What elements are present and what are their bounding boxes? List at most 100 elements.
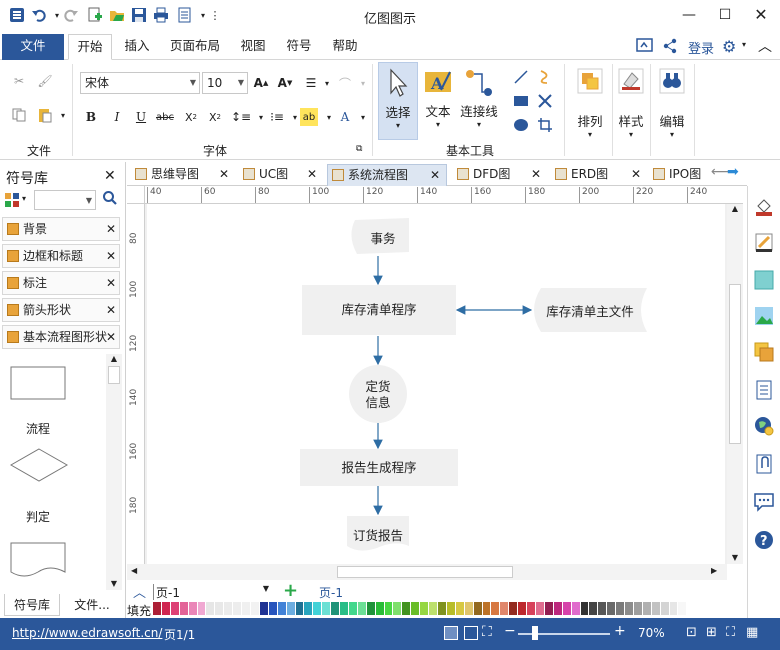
website-link[interactable]: http://www.edrawsoft.cn/ [12,626,162,640]
horizontal-scrollbar[interactable]: ◀ ▶ [127,564,727,580]
color-swatch[interactable] [188,602,198,615]
color-swatch[interactable] [544,602,554,615]
align-dropdown-icon[interactable]: ▾ [318,74,336,92]
color-swatch[interactable] [669,602,679,615]
color-swatch[interactable] [420,602,430,615]
style-button[interactable]: 样式 ▾ [612,66,650,146]
minimize-icon[interactable]: — [676,4,702,26]
line-tool-icon[interactable] [512,68,530,86]
color-swatch[interactable] [402,602,412,615]
font-color-icon[interactable]: A [336,108,354,126]
color-swatch[interactable] [527,602,536,615]
library-item-callouts[interactable]: 标注 ✕ [2,271,120,295]
arrange-dropdown-icon[interactable]: ▾ [570,130,610,139]
clear-dropdown-icon[interactable]: ▾ [354,74,372,92]
color-swatch[interactable] [642,602,652,615]
panel-scrollbar[interactable]: ▲ ▼ [106,354,122,590]
color-swatch[interactable] [607,602,617,615]
font-dialog-launcher-icon[interactable]: ⧉ [356,144,362,154]
library-item-arrow-shapes[interactable]: 箭头形状 ✕ [2,298,120,322]
color-swatch[interactable] [268,602,278,615]
color-swatch[interactable] [455,602,465,615]
tab-close-icon[interactable]: ✕ [531,164,541,184]
color-swatch[interactable] [304,602,314,615]
style-dropdown-icon[interactable]: ▾ [612,130,650,139]
ellipse-tool-icon[interactable] [512,116,530,134]
tab-symbol-library[interactable]: 符号库 [4,594,60,616]
tab-close-icon[interactable]: ✕ [219,164,229,184]
select-dropdown-icon[interactable]: ▾ [379,121,417,130]
subscript-icon[interactable]: X2 [182,108,200,126]
node-inventory-process[interactable]: 库存清单程序 [302,285,456,335]
tab-close-icon[interactable]: ✕ [307,164,317,184]
bullets-icon[interactable]: ⁝≡ [268,108,286,126]
doc-tab-ipo[interactable]: IPO图 [649,164,709,186]
color-swatch[interactable] [633,602,643,615]
attachment-icon[interactable] [754,454,774,474]
text-dropdown-icon[interactable]: ▾ [420,120,456,129]
color-swatch[interactable] [482,602,492,615]
document-shape[interactable] [10,542,66,582]
hyperlink-globe-icon[interactable] [754,416,774,436]
strikethrough-icon[interactable]: abc [156,108,174,126]
color-swatch[interactable] [242,602,251,615]
page-view-icon[interactable] [464,626,478,640]
tab-home[interactable]: 开始 [68,34,112,60]
page-collapse-icon[interactable]: ︿ [133,582,146,601]
image-icon[interactable] [754,306,774,326]
drawing-page[interactable]: 事务 库存清单程序 库存清单主文件 定货 信息 报告生成程序 订货报告 [147,204,725,564]
node-report-process[interactable]: 报告生成程序 [300,449,458,486]
panel-close-icon[interactable]: ✕ [104,168,116,184]
color-swatch[interactable] [438,602,447,615]
full-screen-icon[interactable]: ⛶ [726,625,735,640]
tab-symbol[interactable]: 符号 [282,34,316,60]
color-swatch[interactable] [295,602,305,615]
node-event[interactable]: 事务 [355,228,411,247]
library-close-icon[interactable]: ✕ [106,326,116,348]
highlight-icon[interactable]: ab [300,108,318,126]
color-swatch[interactable] [446,602,456,615]
node-inventory-master-file[interactable]: 库存清单主文件 [533,301,647,320]
color-swatch[interactable] [331,602,341,615]
color-swatch[interactable] [509,602,519,615]
comment-icon[interactable] [754,492,774,512]
text-tool-button[interactable]: A 文本 ▾ [420,62,456,140]
font-family-select[interactable]: 宋体 ▼ [80,72,200,94]
help-icon[interactable]: ? [754,530,774,550]
scroll-down-icon[interactable]: ▼ [106,579,122,588]
scroll-left-icon[interactable]: ◀ [131,566,137,575]
horizontal-scroll-thumb[interactable] [337,566,513,578]
page-select-dropdown-icon[interactable]: ▼ [263,584,269,593]
normal-view-icon[interactable] [444,626,458,640]
bold-icon[interactable]: B [82,108,100,126]
collapse-ribbon-icon[interactable]: ︿ [758,36,772,56]
scroll-up-icon[interactable]: ▲ [727,204,743,213]
color-swatch[interactable] [625,602,634,615]
color-swatch[interactable] [250,602,260,615]
line-style-icon[interactable] [754,232,774,252]
color-swatch[interactable] [322,602,332,615]
shadow-icon[interactable] [754,270,774,290]
fill-bucket-icon[interactable] [754,196,774,216]
color-swatch[interactable] [411,602,421,615]
doc-tab-erd[interactable]: ERD图 ✕ [551,164,647,186]
color-swatch[interactable] [651,602,661,615]
color-swatch[interactable] [197,602,207,615]
library-close-icon[interactable]: ✕ [106,218,116,240]
tab-close-icon[interactable]: ✕ [430,165,440,185]
edit-button[interactable]: 编辑 ▾ [652,66,692,146]
library-close-icon[interactable]: ✕ [106,272,116,294]
layers-icon[interactable] [754,342,774,362]
crop-tool-icon[interactable] [536,116,554,134]
doc-tab-system-flowchart[interactable]: 系统流程图 ✕ [327,164,447,186]
color-swatch[interactable] [393,602,403,615]
color-swatch[interactable] [357,602,367,615]
library-search-input[interactable]: ▼ [34,190,96,210]
copy-icon[interactable] [10,106,28,124]
color-swatch[interactable] [678,602,688,615]
library-close-icon[interactable]: ✕ [106,299,116,321]
color-swatch[interactable] [616,602,626,615]
rectangle-tool-icon[interactable] [512,92,530,110]
superscript-icon[interactable]: X2 [206,108,224,126]
vertical-scrollbar[interactable]: ▲ ▼ [727,204,743,564]
